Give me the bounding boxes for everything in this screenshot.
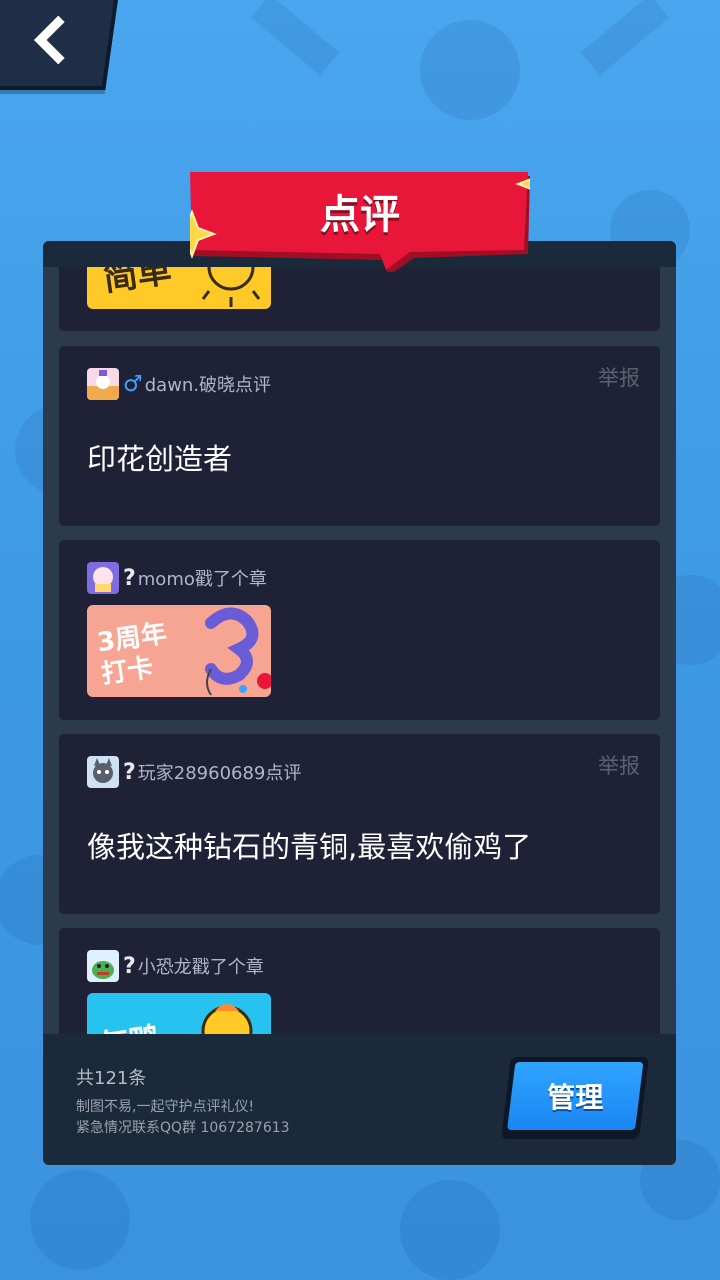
comment-card: 简单 xyxy=(59,267,660,331)
comment-card: ? 玩家28960689点评 举报 像我这种钻石的青铜,最喜欢偷鸡了 xyxy=(59,734,660,914)
comment-header: ? 玩家28960689点评 xyxy=(87,756,301,788)
sticker-text: 气鸭 xyxy=(96,1013,162,1034)
contact-note: 紧急情况联系QQ群 1067287613 xyxy=(76,1120,290,1136)
gender-unknown-icon: ? xyxy=(123,953,136,979)
comments-panel: 简单 ♂ dawn.破晓点评 举报 印花创造者 ? momo戳了个章 3周年打卡… xyxy=(43,241,676,1165)
etiquette-note: 制图不易,一起守护点评礼仪! xyxy=(76,1099,255,1115)
report-button[interactable]: 举报 xyxy=(598,750,640,780)
comment-text: 印花创造者 xyxy=(87,442,233,476)
avatar[interactable] xyxy=(87,756,119,788)
manage-button[interactable]: 管理 xyxy=(500,1057,650,1139)
page-title: 点评 xyxy=(320,192,400,238)
sticker-image: 3周年打卡 xyxy=(87,605,271,697)
comment-count: 共121条 xyxy=(76,1068,147,1089)
comment-header: ? momo戳了个章 xyxy=(87,562,267,594)
avatar[interactable] xyxy=(87,950,119,982)
username: momo戳了个章 xyxy=(137,569,267,590)
title-banner: 点评 xyxy=(167,159,565,276)
balloon-icon xyxy=(205,607,271,696)
comment-header: ♂ dawn.破晓点评 xyxy=(87,368,271,400)
comment-text: 像我这种钻石的青铜,最喜欢偷鸡了 xyxy=(87,830,532,864)
back-button[interactable] xyxy=(0,0,119,90)
gender-unknown-icon: ? xyxy=(123,759,136,785)
sun-icon xyxy=(201,267,261,307)
manage-button-face: 管理 xyxy=(507,1062,644,1130)
comment-card: ? momo戳了个章 3周年打卡 xyxy=(59,540,660,720)
panel-footer: 共121条 制图不易,一起守护点评礼仪! 紧急情况联系QQ群 106728761… xyxy=(43,1034,676,1165)
username: 小恐龙戳了个章 xyxy=(137,957,264,978)
gender-unknown-icon: ? xyxy=(123,565,136,591)
report-button[interactable]: 举报 xyxy=(598,362,640,392)
sticker-image: 简单 xyxy=(87,267,271,309)
username: 玩家28960689点评 xyxy=(137,763,302,784)
chevron-left-icon xyxy=(33,16,65,64)
username: dawn.破晓点评 xyxy=(144,375,272,396)
avatar[interactable] xyxy=(87,368,119,400)
sticker-text: 简单 xyxy=(101,267,174,300)
avatar[interactable] xyxy=(87,562,119,594)
sticker-text: 3周年打卡 xyxy=(95,618,169,690)
male-icon: ♂ xyxy=(123,371,143,397)
sticker-image: 气鸭 xyxy=(87,993,271,1034)
duck-icon xyxy=(201,1004,253,1034)
comment-card: ♂ dawn.破晓点评 举报 印花创造者 xyxy=(59,346,660,526)
comment-list[interactable]: 简单 ♂ dawn.破晓点评 举报 印花创造者 ? momo戳了个章 3周年打卡… xyxy=(43,267,676,1034)
comment-card: ? 小恐龙戳了个章 气鸭 xyxy=(59,928,660,1034)
manage-button-label: 管理 xyxy=(547,1081,604,1114)
comment-header: ? 小恐龙戳了个章 xyxy=(87,950,264,982)
